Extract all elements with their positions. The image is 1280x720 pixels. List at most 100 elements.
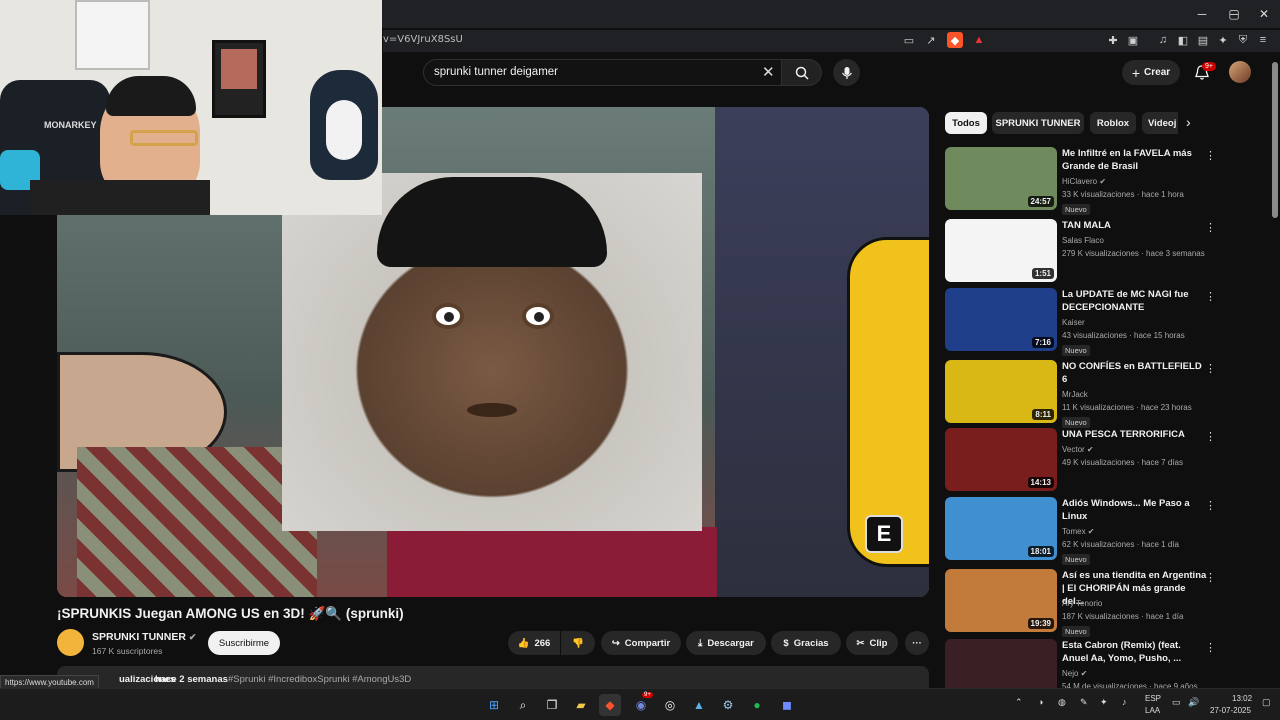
- video-thumbnail[interactable]: 1:51: [945, 219, 1057, 282]
- wallet-icon[interactable]: ▤: [1195, 32, 1211, 48]
- brave-browser-icon[interactable]: ◆: [599, 694, 621, 716]
- chip-todos[interactable]: Todos: [945, 112, 987, 134]
- voice-search-button[interactable]: [833, 59, 860, 86]
- search-button[interactable]: [782, 59, 822, 86]
- channel-name-text[interactable]: SPRUNKI TUNNER: [92, 631, 186, 643]
- account-avatar[interactable]: [1229, 61, 1251, 83]
- vpn-icon[interactable]: ⛨: [1235, 32, 1251, 48]
- chips-next-icon[interactable]: ›: [1186, 114, 1191, 130]
- share-button[interactable]: ↪ Compartir: [601, 631, 681, 655]
- related-video-title[interactable]: UNA PESCA TERRORIFICA: [1062, 428, 1207, 441]
- related-video-title[interactable]: NO CONFÍES en BATTLEFIELD 6: [1062, 360, 1207, 386]
- related-video-title[interactable]: Adiós Windows... Me Paso a Linux: [1062, 497, 1207, 523]
- channel-text[interactable]: HiClavero: [1062, 177, 1097, 186]
- brave-shield-icon[interactable]: ◆: [947, 32, 963, 48]
- search-taskbar-icon[interactable]: ⌕: [512, 694, 534, 716]
- maximize-button[interactable]: ▢: [1218, 0, 1250, 28]
- related-video-item[interactable]: 7:16 La UPDATE de MC NAGI fue DECEPCIONAN…: [945, 288, 1225, 356]
- more-options-icon[interactable]: ⋮: [1205, 149, 1216, 162]
- channel-name[interactable]: SPRUNKI TUNNER ✔: [92, 631, 196, 643]
- like-button[interactable]: 👍 266: [508, 631, 560, 655]
- more-options-icon[interactable]: ⋮: [1205, 499, 1216, 512]
- related-video-channel[interactable]: Tomex ✔: [1062, 527, 1095, 536]
- related-video-channel[interactable]: Ary Tenorio: [1062, 599, 1102, 608]
- related-video-channel[interactable]: MrJack: [1062, 390, 1088, 399]
- subscribe-button[interactable]: Suscribirme: [208, 631, 280, 655]
- clock-time[interactable]: 13:02: [1232, 694, 1252, 703]
- tray-headset-icon[interactable]: ◑: [1038, 697, 1043, 707]
- sidebar-icon[interactable]: ◧: [1175, 32, 1191, 48]
- clock-date[interactable]: 27-07-2025: [1210, 706, 1251, 715]
- related-video-channel[interactable]: Nejo ✔: [1062, 669, 1087, 678]
- download-button[interactable]: ⤓ Descargar: [686, 631, 766, 655]
- leo-ai-icon[interactable]: ✦: [1215, 32, 1231, 48]
- related-video-item[interactable]: 24:57 Me Infiltré en la FAVELA más Grande…: [945, 147, 1225, 215]
- tray-app-icon[interactable]: ◍: [1058, 697, 1066, 708]
- obs-icon[interactable]: ◎: [659, 694, 681, 716]
- related-video-item[interactable]: 19:39 Así es una tiendita en Argentina | …: [945, 569, 1225, 637]
- volume-icon[interactable]: 🔊: [1188, 697, 1199, 708]
- more-actions-button[interactable]: ···: [905, 631, 929, 655]
- app-icon[interactable]: ◼: [776, 694, 798, 716]
- search-input[interactable]: sprunki tunner deigamer ✕: [423, 59, 782, 86]
- more-options-icon[interactable]: ⋮: [1205, 290, 1216, 303]
- related-video-channel[interactable]: HiClavero ✔: [1062, 177, 1106, 186]
- network-icon[interactable]: ▭: [1172, 697, 1181, 708]
- related-video-item[interactable]: 14:13 UNA PESCA TERRORIFICA Vector ✔ 49 K v…: [945, 428, 1225, 493]
- channel-avatar[interactable]: [57, 629, 84, 656]
- create-button[interactable]: + Crear: [1122, 60, 1180, 85]
- video-thumbnail[interactable]: 19:39: [945, 569, 1057, 632]
- screenshot-icon[interactable]: ▣: [1125, 32, 1141, 48]
- tray-feather-icon[interactable]: ✎: [1080, 697, 1088, 708]
- video-thumbnail[interactable]: 8:11: [945, 360, 1057, 423]
- related-video-title[interactable]: Me Infiltré en la FAVELA más Grande de B…: [1062, 147, 1207, 173]
- channel-text[interactable]: MrJack: [1062, 390, 1088, 399]
- search-query[interactable]: sprunki tunner deigamer: [434, 66, 558, 78]
- more-options-icon[interactable]: ⋮: [1205, 641, 1216, 654]
- brave-rewards-icon[interactable]: ▲: [971, 32, 987, 48]
- language-bottom[interactable]: LAA: [1145, 706, 1160, 715]
- language-top[interactable]: ESP: [1145, 694, 1161, 703]
- tray-color-icon[interactable]: ✦: [1100, 697, 1108, 708]
- chip-sprunki-tunner[interactable]: SPRUNKI TUNNER: [992, 112, 1084, 134]
- channel-text[interactable]: Salas Flaco: [1062, 236, 1104, 245]
- photos-icon[interactable]: ▲: [688, 694, 710, 716]
- related-video-item[interactable]: 8:11 NO CONFÍES en BATTLEFIELD 6 MrJack 11 …: [945, 360, 1225, 428]
- related-video-channel[interactable]: Salas Flaco: [1062, 236, 1104, 245]
- menu-icon[interactable]: ≡: [1255, 32, 1271, 48]
- dislike-button[interactable]: 👎: [561, 631, 595, 655]
- chip-videojuegos[interactable]: Videoj: [1142, 112, 1178, 134]
- related-video-title[interactable]: TAN MALA: [1062, 219, 1207, 232]
- more-options-icon[interactable]: ⋮: [1205, 362, 1216, 375]
- share-page-icon[interactable]: ↗: [923, 32, 939, 48]
- related-video-channel[interactable]: Kaiser: [1062, 318, 1085, 327]
- related-video-item[interactable]: 1:51 TAN MALA Salas Flaco 279 K visualizaci…: [945, 219, 1225, 284]
- video-thumbnail[interactable]: 7:16: [945, 288, 1057, 351]
- related-video-title[interactable]: Esta Cabron (Remix) (feat. Anuel Aa, Yom…: [1062, 639, 1207, 665]
- desc-hashtags[interactable]: #Sprunki #IncrediboxSprunki #AmongUs3D: [228, 674, 411, 685]
- page-scrollbar[interactable]: [1272, 62, 1278, 218]
- address-url[interactable]: v=V6VJruX8SsU: [383, 34, 463, 45]
- more-options-icon[interactable]: ⋮: [1205, 430, 1216, 443]
- spotify-icon[interactable]: ●: [746, 694, 768, 716]
- related-video-channel[interactable]: Vector ✔: [1062, 445, 1094, 454]
- more-options-icon[interactable]: ⋮: [1205, 221, 1216, 234]
- install-app-icon[interactable]: ▭: [901, 32, 917, 48]
- chip-roblox[interactable]: Roblox: [1090, 112, 1136, 134]
- minimize-button[interactable]: ─: [1186, 0, 1218, 28]
- clip-button[interactable]: ✂ Clip: [846, 631, 898, 655]
- start-icon[interactable]: ⊞: [483, 694, 505, 716]
- tray-mic-icon[interactable]: ♪: [1122, 697, 1127, 707]
- channel-text[interactable]: Nejo: [1062, 669, 1078, 678]
- video-thumbnail[interactable]: 24:57: [945, 147, 1057, 210]
- task-view-icon[interactable]: ❐: [541, 694, 563, 716]
- notification-center-icon[interactable]: ▢: [1262, 697, 1271, 708]
- related-video-title[interactable]: La UPDATE de MC NAGI fue DECEPCIONANTE: [1062, 288, 1207, 314]
- channel-text[interactable]: Vector: [1062, 445, 1085, 454]
- extensions-icon[interactable]: ✚: [1105, 32, 1121, 48]
- close-window-button[interactable]: ✕: [1248, 0, 1280, 28]
- tray-chevron-icon[interactable]: ⌃: [1015, 697, 1023, 708]
- file-explorer-icon[interactable]: ▰: [570, 694, 592, 716]
- clear-search-icon[interactable]: ✕: [762, 63, 775, 81]
- channel-text[interactable]: Ary Tenorio: [1062, 599, 1102, 608]
